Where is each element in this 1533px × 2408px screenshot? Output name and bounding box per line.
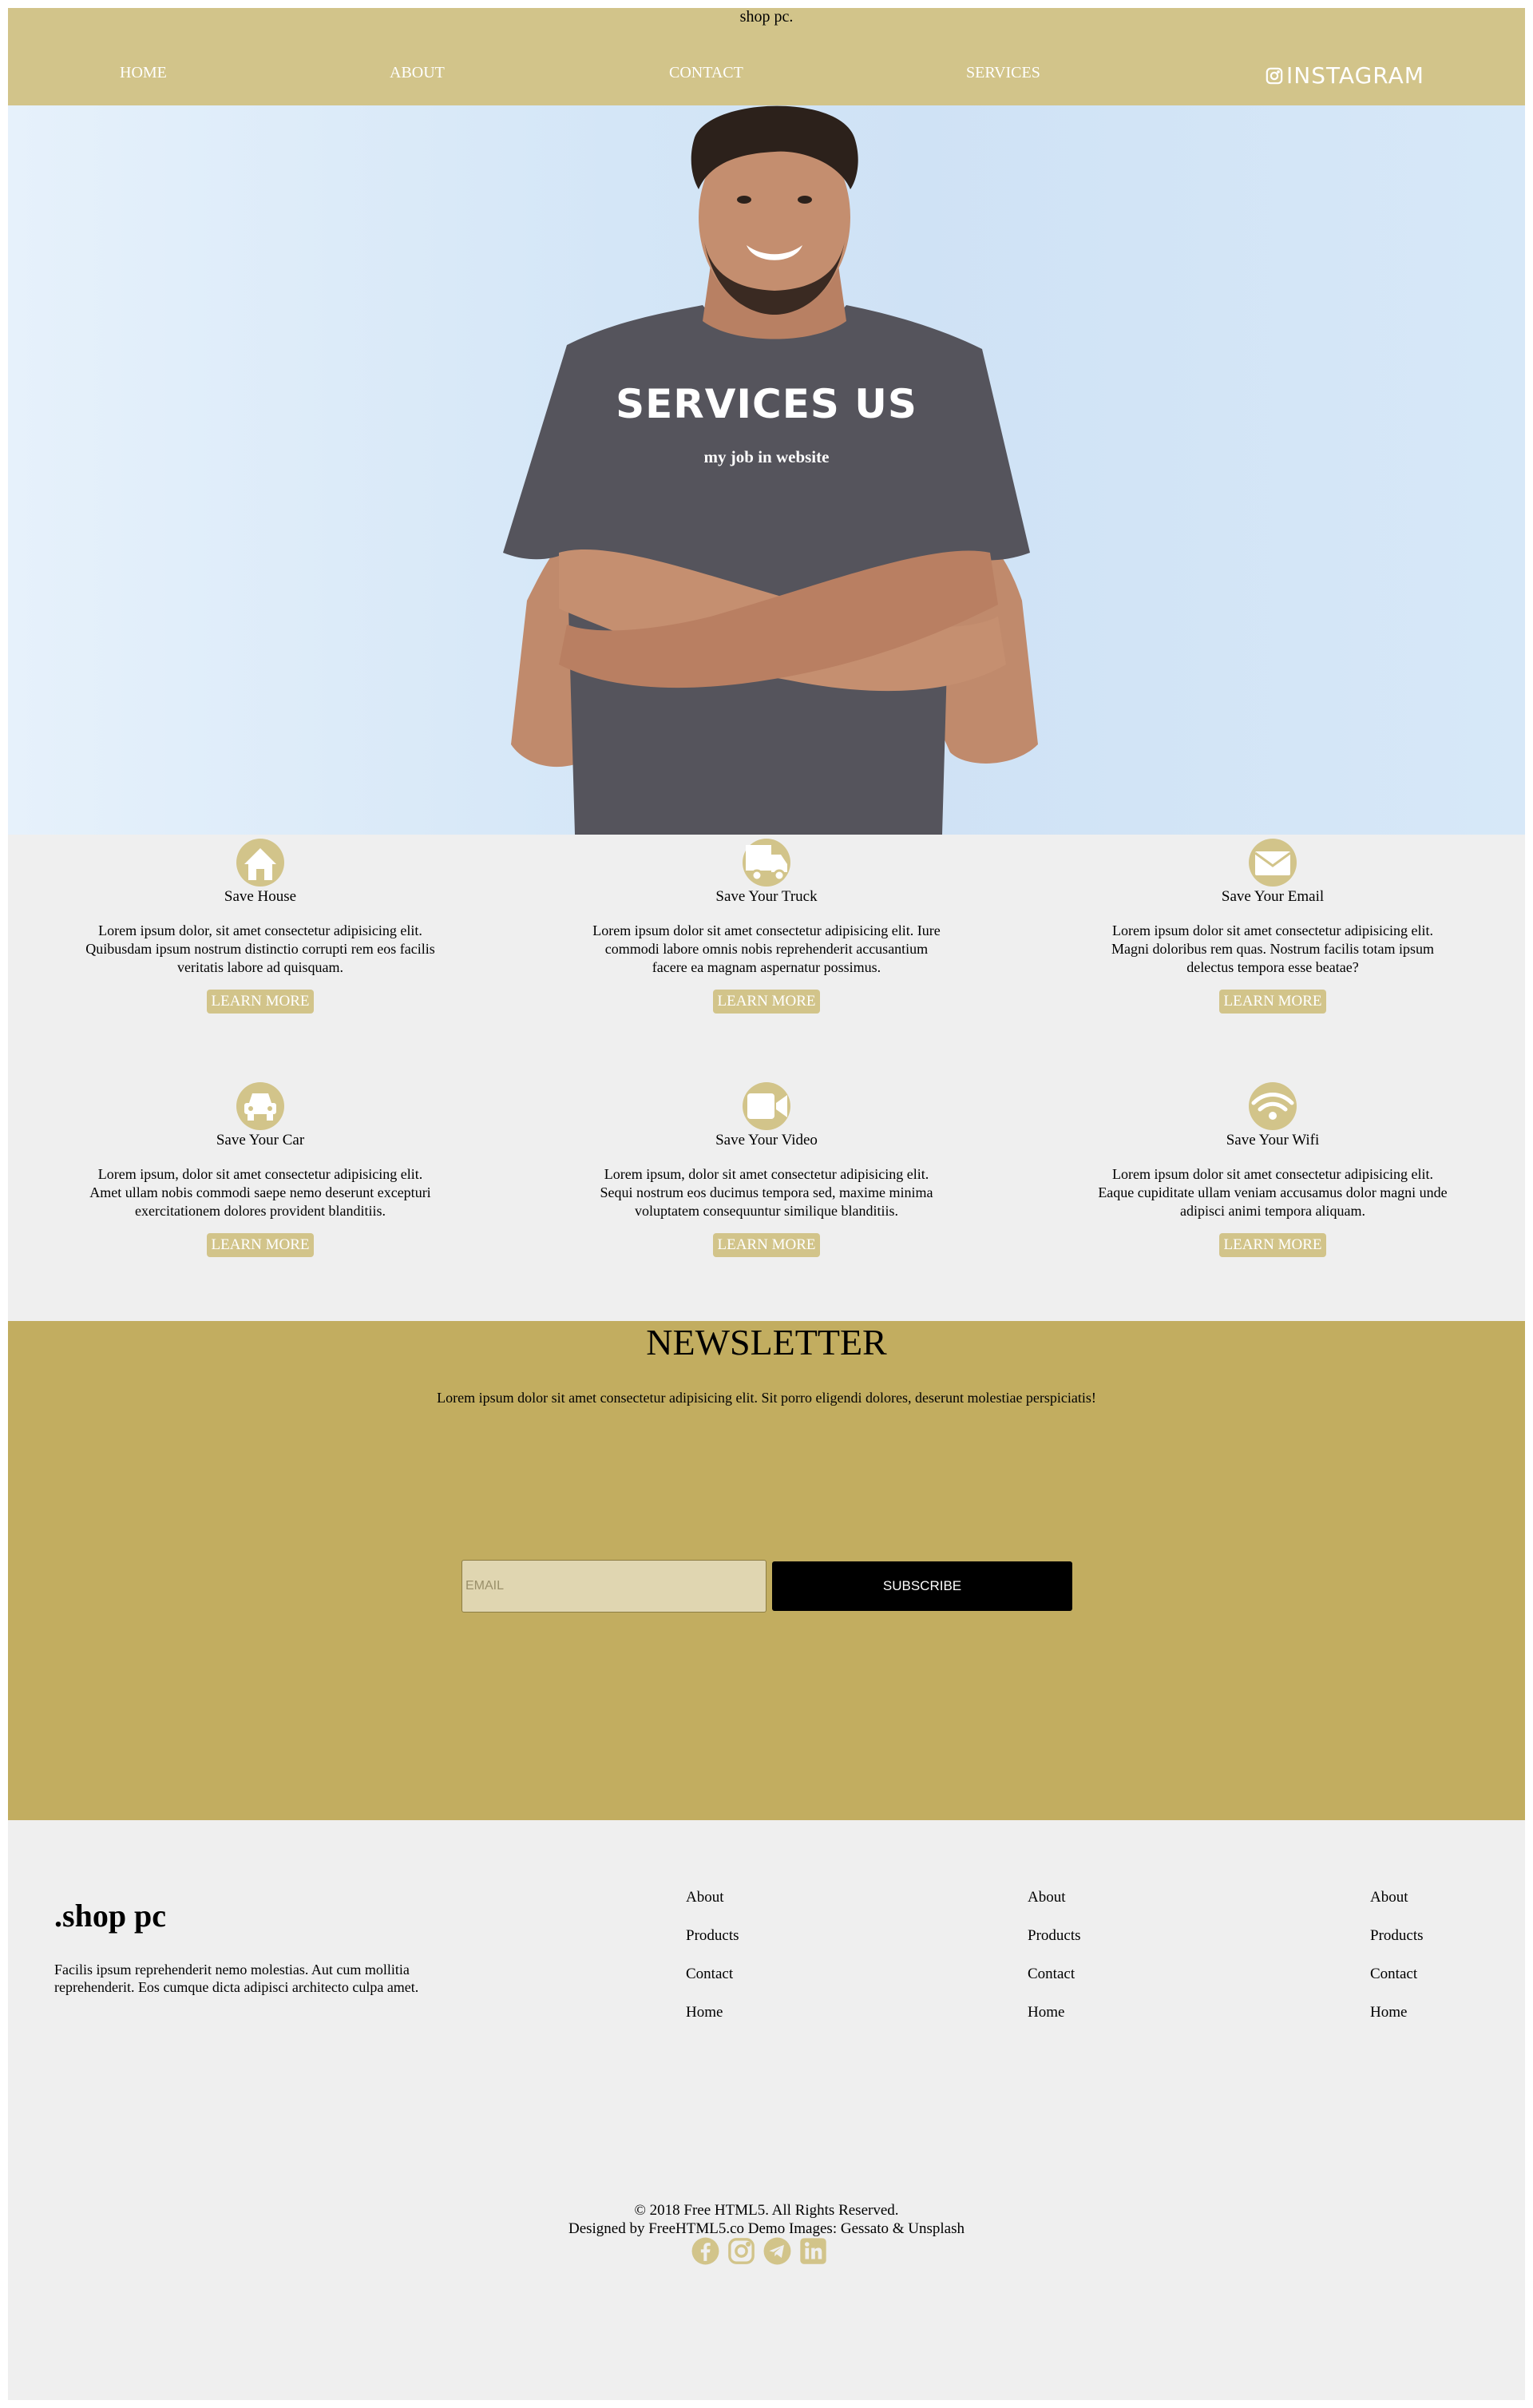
service-card-house: Save House Lorem ipsum dolor, sit amet c… <box>85 839 436 1014</box>
service-card-video: Save Your Video Lorem ipsum, dolor sit a… <box>591 1082 942 1257</box>
footer-links-3: About Products Contact Home <box>1370 1889 1424 2042</box>
video-icon <box>743 1082 790 1130</box>
newsletter-title: NEWSLETTER <box>646 1322 887 1363</box>
instagram-icon <box>1266 67 1283 84</box>
service-title: Save Your Car <box>216 1132 305 1148</box>
learn-more-button[interactable]: LEARN MORE <box>206 1233 315 1257</box>
learn-more-button[interactable]: LEARN MORE <box>206 990 315 1014</box>
service-description: Lorem ipsum dolor sit amet consectetur a… <box>1098 1166 1448 1219</box>
telegram-icon[interactable] <box>763 2236 792 2266</box>
newsletter-text: Lorem ipsum dolor sit amet consectetur a… <box>437 1390 1096 1406</box>
facebook-icon[interactable] <box>691 2236 720 2266</box>
nav-home[interactable]: HOME <box>120 64 167 82</box>
footer-link-contact[interactable]: Contact <box>686 1966 739 2004</box>
newsletter-section: NEWSLETTER Lorem ipsum dolor sit amet co… <box>8 1321 1525 1820</box>
service-description: Lorem ipsum dolor, sit amet consectetur … <box>85 922 435 975</box>
credits-text: Designed by FreeHTML5.co Demo Images: Ge… <box>568 2220 965 2237</box>
hero-person-image <box>503 105 1038 835</box>
footer-links-1: About Products Contact Home <box>686 1889 739 2042</box>
service-card-car: Save Your Car Lorem ipsum, dolor sit ame… <box>85 1082 436 1257</box>
service-title: Save Your Wifi <box>1226 1132 1320 1148</box>
instagram-icon[interactable] <box>727 2236 756 2266</box>
nav-contact[interactable]: CONTACT <box>669 64 743 82</box>
service-card-email: Save Your Email Lorem ipsum dolor sit am… <box>1097 839 1448 1014</box>
truck-icon <box>743 839 790 887</box>
email-icon <box>1249 839 1297 887</box>
footer-link-home[interactable]: Home <box>1028 2004 1081 2042</box>
linkedin-icon[interactable] <box>798 2236 828 2266</box>
service-title: Save Your Truck <box>715 888 818 905</box>
learn-more-button[interactable]: LEARN MORE <box>712 1233 821 1257</box>
hero-subtitle: my job in website <box>703 447 830 466</box>
service-description: Lorem ipsum dolor sit amet consectetur a… <box>592 922 941 975</box>
copyright-text: © 2018 Free HTML5. All Rights Reserved. <box>634 2202 899 2219</box>
learn-more-button[interactable]: LEARN MORE <box>1218 1233 1327 1257</box>
footer-link-contact[interactable]: Contact <box>1370 1966 1424 2004</box>
footer-link-home[interactable]: Home <box>1370 2004 1424 2042</box>
nav-services[interactable]: SERVICES <box>966 64 1040 82</box>
service-description: Lorem ipsum, dolor sit amet consectetur … <box>89 1166 431 1219</box>
instagram-link[interactable]: INSTAGRAM <box>1266 62 1424 89</box>
service-card-truck: Save Your Truck Lorem ipsum dolor sit am… <box>591 839 942 1014</box>
footer-links-2: About Products Contact Home <box>1028 1889 1081 2042</box>
social-links <box>691 2236 828 2266</box>
site-header: shop pc. HOME ABOUT CONTACT SERVICES INS… <box>8 8 1525 105</box>
service-description: Lorem ipsum, dolor sit amet consectetur … <box>600 1166 933 1219</box>
footer-link-about[interactable]: About <box>1370 1889 1424 1927</box>
brand-name: shop pc. <box>739 8 794 26</box>
service-description: Lorem ipsum dolor sit amet consectetur a… <box>1111 922 1434 975</box>
footer-link-about[interactable]: About <box>686 1889 739 1927</box>
hero-title: SERVICES US <box>616 381 917 427</box>
footer-description: Facilis ipsum reprehenderit nemo molesti… <box>54 1962 419 1995</box>
service-title: Save Your Email <box>1221 888 1325 905</box>
nav-about[interactable]: ABOUT <box>390 64 445 82</box>
footer-link-home[interactable]: Home <box>686 2004 739 2042</box>
footer-link-products[interactable]: Products <box>686 1927 739 1966</box>
footer-link-products[interactable]: Products <box>1028 1927 1081 1966</box>
footer-link-about[interactable]: About <box>1028 1889 1081 1927</box>
car-icon <box>236 1082 284 1130</box>
service-card-wifi: Save Your Wifi Lorem ipsum dolor sit ame… <box>1097 1082 1448 1257</box>
footer-link-products[interactable]: Products <box>1370 1927 1424 1966</box>
wifi-icon <box>1249 1082 1297 1130</box>
hero-banner: SERVICES US my job in website <box>8 105 1525 835</box>
learn-more-button[interactable]: LEARN MORE <box>1218 990 1327 1014</box>
page: shop pc. HOME ABOUT CONTACT SERVICES INS… <box>8 8 1525 2400</box>
footer-link-contact[interactable]: Contact <box>1028 1966 1081 2004</box>
learn-more-button[interactable]: LEARN MORE <box>712 990 821 1014</box>
service-title: Save Your Video <box>715 1132 818 1148</box>
footer-logo: .shop pc <box>54 1898 167 1934</box>
email-input[interactable] <box>461 1560 766 1613</box>
house-icon <box>236 839 284 887</box>
service-title: Save House <box>224 888 297 905</box>
subscribe-button[interactable]: SUBSCRIBE <box>772 1561 1072 1611</box>
instagram-label: INSTAGRAM <box>1286 62 1424 89</box>
